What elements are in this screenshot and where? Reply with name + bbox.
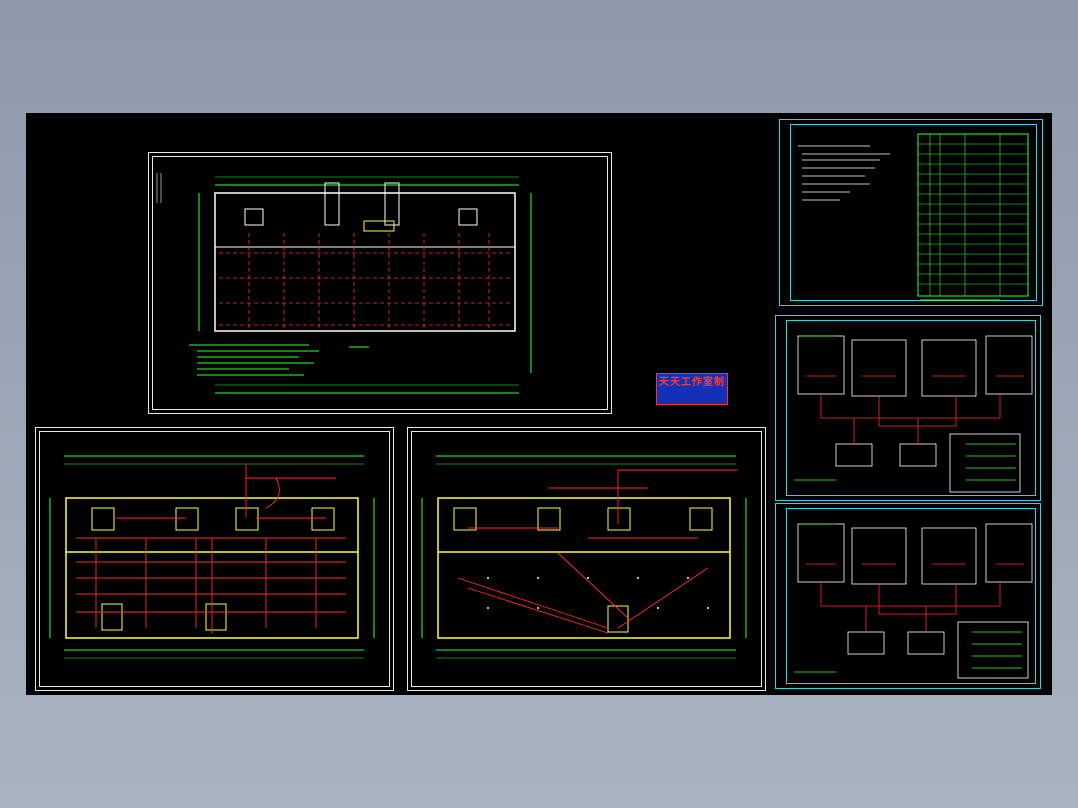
lighting-plan-middle-drawing	[421, 455, 747, 659]
sheet-distribution-diagram-1[interactable]	[775, 315, 1041, 501]
distribution-diagram-2-drawing	[794, 523, 1033, 679]
floor-plan-drawing	[156, 173, 532, 394]
sheet-distribution-diagram-2[interactable]	[775, 503, 1041, 689]
sheet-lighting-plan-middle[interactable]	[407, 427, 766, 691]
watermark-stamp: 天天工作室制	[656, 373, 728, 405]
sheet-lighting-plan-left[interactable]	[35, 427, 394, 691]
sheet-floor-plan[interactable]	[148, 152, 612, 414]
cad-drawing-viewport[interactable]: 天天工作室制	[26, 113, 1052, 695]
design-notes-drawing	[798, 133, 1029, 301]
distribution-diagram-1-drawing	[794, 335, 1033, 493]
watermark-title: 天天工作室制	[659, 377, 725, 388]
lighting-plan-left-drawing	[49, 455, 375, 659]
sheet-design-notes[interactable]	[779, 119, 1043, 306]
